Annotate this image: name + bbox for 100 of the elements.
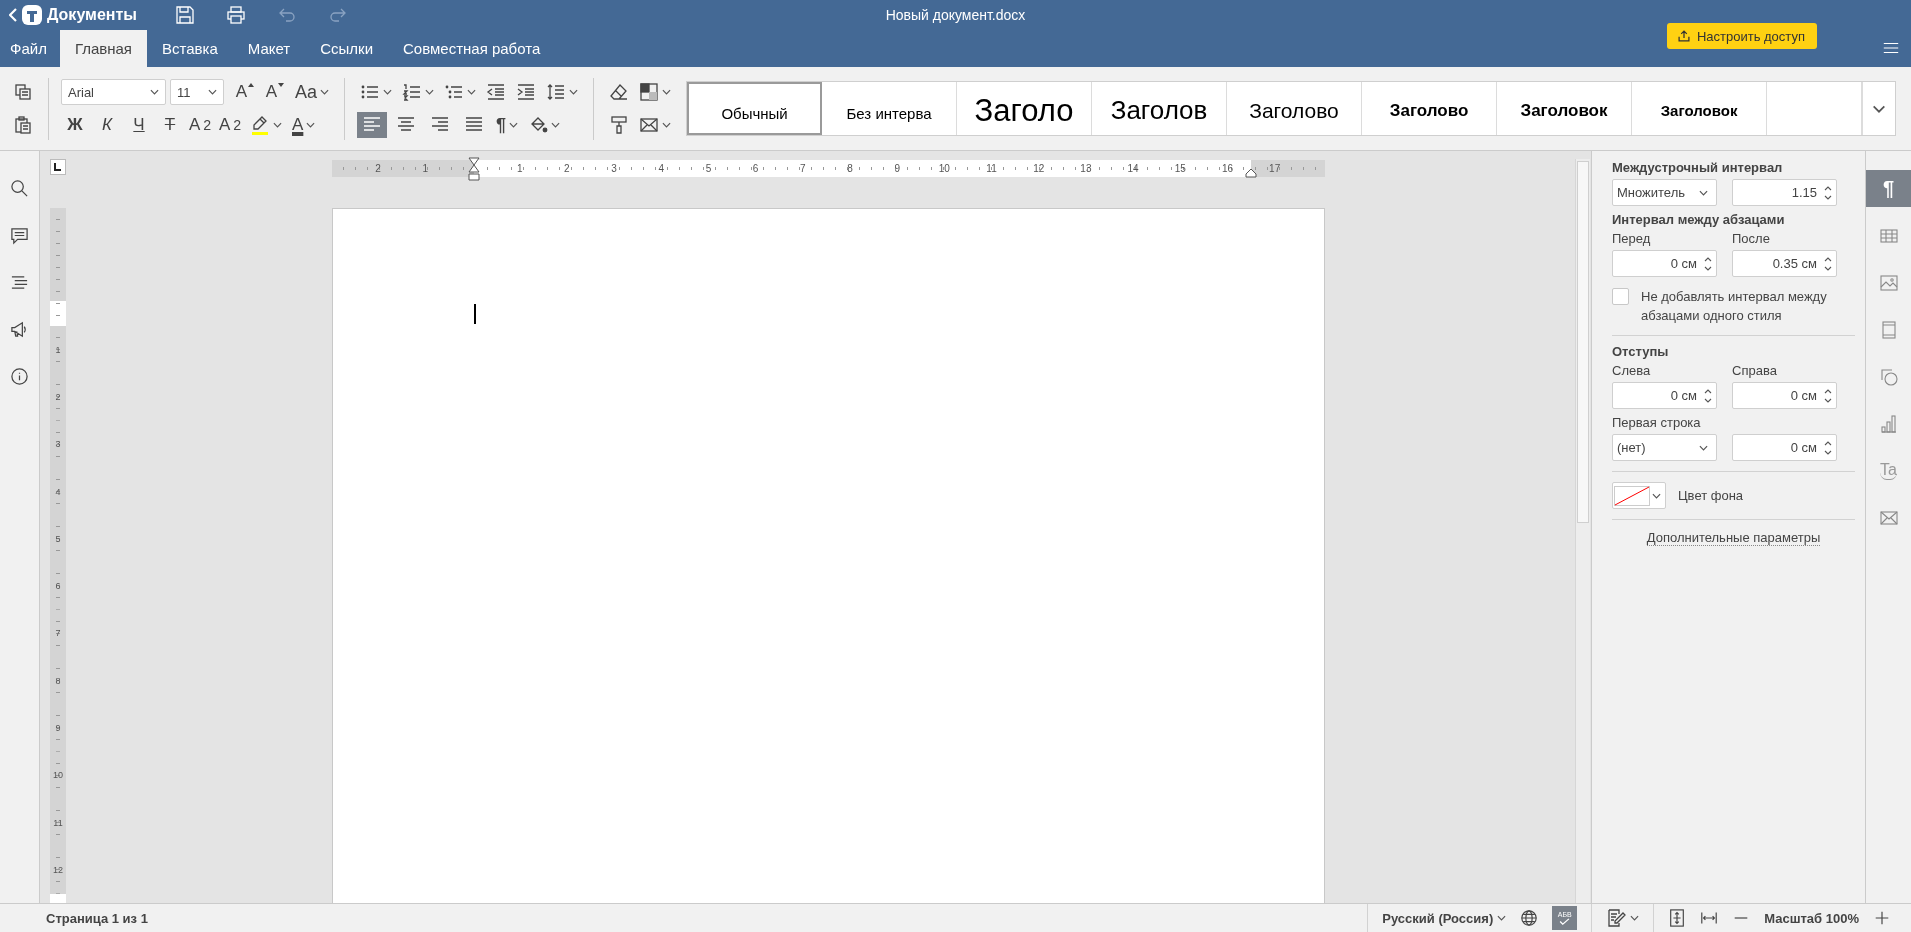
format-button[interactable]: Ч <box>125 112 153 138</box>
style-tile[interactable]: Без интерва <box>822 82 958 135</box>
format-button[interactable]: Ж <box>61 112 89 138</box>
logo-icon <box>22 5 42 25</box>
print-button[interactable] <box>225 5 246 25</box>
style-tile[interactable]: Заголовок <box>1632 82 1768 135</box>
ribbon-tab[interactable]: Вставка <box>147 30 233 67</box>
line-spacing-dropdown[interactable]: Множитель <box>1612 179 1717 206</box>
paint-roller-icon <box>609 115 630 135</box>
ribbon-tab[interactable]: Главная <box>59 30 147 67</box>
caret-icon <box>569 89 579 95</box>
page-counter: Страница 1 из 1 <box>46 910 148 926</box>
scrollbar-thumb[interactable] <box>1577 161 1589 523</box>
style-tile[interactable]: Заголов <box>1092 82 1228 135</box>
language-selector[interactable]: Русский (Россия) <box>1382 910 1507 926</box>
checkbox[interactable] <box>1612 288 1629 305</box>
nonprinting-characters-button[interactable]: ¶ <box>493 112 522 138</box>
spacing-before-field[interactable]: 0 см <box>1612 250 1717 277</box>
field-label: Справа <box>1732 363 1778 380</box>
change-case-button[interactable]: Aa <box>292 79 333 105</box>
info-icon[interactable] <box>10 367 29 386</box>
vertical-scrollbar[interactable] <box>1575 159 1590 903</box>
caret-icon <box>320 89 330 95</box>
copy-icon <box>13 82 33 102</box>
ribbon-tab[interactable]: Ссылки <box>305 30 388 67</box>
track-changes-button[interactable] <box>1606 908 1640 928</box>
caret-icon <box>383 89 393 95</box>
bar-chart-icon <box>1878 413 1899 434</box>
ribbon-tab[interactable]: Макет <box>232 30 306 67</box>
caret-icon <box>1699 189 1708 196</box>
zoom-level: Масштаб 100% <box>1764 910 1859 926</box>
text-cursor <box>473 304 476 324</box>
background-color-button[interactable] <box>1612 482 1666 509</box>
caret-icon <box>273 122 282 128</box>
font-size-field[interactable]: 11 <box>170 79 224 105</box>
field-label: Первая строка <box>1612 415 1702 432</box>
search-icon[interactable] <box>10 179 29 198</box>
caret-icon <box>509 122 519 128</box>
font-name-field[interactable]: Arial <box>61 79 166 105</box>
vertical-ruler: 1 2 3 4 5 6 7 8 9 10 11 12 <box>50 208 66 903</box>
field-label: Перед <box>1612 231 1652 248</box>
highlighter-icon <box>250 115 270 135</box>
first-line-field[interactable]: 0 см <box>1732 434 1837 461</box>
megaphone-icon[interactable] <box>10 320 29 339</box>
spacing-after-field[interactable]: 0.35 см <box>1732 250 1837 277</box>
align-button[interactable] <box>357 112 388 138</box>
check-icon <box>1559 918 1571 925</box>
indent-marker-icon[interactable] <box>467 157 480 181</box>
color-scheme-icon <box>639 82 660 102</box>
line-spacing-field[interactable]: 1.15 <box>1732 179 1837 206</box>
share-button[interactable]: Настроить доступ <box>1666 23 1817 49</box>
style-tile[interactable]: Заголо <box>957 82 1093 135</box>
ribbon-tab[interactable]: Совместная работа <box>388 30 556 67</box>
eraser-icon <box>609 82 630 102</box>
image-icon <box>1878 272 1899 293</box>
comment-icon[interactable] <box>10 226 29 245</box>
increase-font-button[interactable]: A <box>232 79 258 105</box>
caret-icon <box>150 89 159 95</box>
shape-icon <box>1878 366 1899 387</box>
triangle-up-icon <box>248 83 255 87</box>
left-indent-field[interactable]: 0 см <box>1612 382 1717 409</box>
chevron-down-icon <box>1872 104 1887 113</box>
globe-icon[interactable] <box>1520 909 1539 927</box>
section-title: Междустрочный интервал <box>1612 160 1784 177</box>
style-tile[interactable]: Заголово <box>1227 82 1363 135</box>
section-title: Отступы <box>1612 344 1670 361</box>
navigation-icon[interactable] <box>10 273 29 292</box>
side-panel-tab[interactable]: ¶ <box>1866 170 1911 207</box>
first-line-dropdown[interactable]: (нет) <box>1612 434 1717 461</box>
decrease-font-button[interactable]: A <box>262 79 288 105</box>
line-spacing-icon <box>546 82 567 102</box>
envelope-icon <box>639 115 660 135</box>
style-tile[interactable]: Заголово <box>1362 82 1498 135</box>
ribbon-tab[interactable]: Файл <box>0 30 60 67</box>
fit-page-icon[interactable] <box>1668 909 1687 927</box>
print-icon <box>225 5 246 25</box>
caret-icon <box>1699 444 1708 451</box>
font-color-button[interactable]: A <box>289 112 319 138</box>
indent-icon <box>516 82 537 102</box>
style-tile[interactable]: Заголовок <box>1497 82 1633 135</box>
right-indent-field[interactable]: 0 см <box>1732 382 1837 409</box>
caret-icon <box>551 122 561 128</box>
back-to-documents-link[interactable]: Документы <box>9 5 137 25</box>
outdent-icon <box>486 82 507 102</box>
save-button[interactable] <box>174 5 195 25</box>
field-label: Цвет фона <box>1678 488 1744 503</box>
chevron-left-icon <box>9 8 17 22</box>
format-button[interactable]: К <box>93 112 121 138</box>
tab-stop-icon[interactable] <box>50 159 66 175</box>
caret-icon <box>1630 915 1640 921</box>
caret-icon <box>425 89 435 95</box>
right-indent-marker-icon[interactable] <box>1244 168 1257 178</box>
edit-document-icon <box>1606 908 1627 928</box>
triangle-down-icon <box>278 83 285 87</box>
section-title: Интервал между абзацами <box>1612 212 1786 229</box>
style-tile[interactable]: Обычный <box>687 82 823 135</box>
zoom-in-icon[interactable] <box>1873 909 1891 927</box>
caret-icon <box>467 89 477 95</box>
advanced-settings-link[interactable]: Дополнительные параметры <box>1646 530 1821 546</box>
strikethrough-button[interactable]: T <box>157 112 183 138</box>
